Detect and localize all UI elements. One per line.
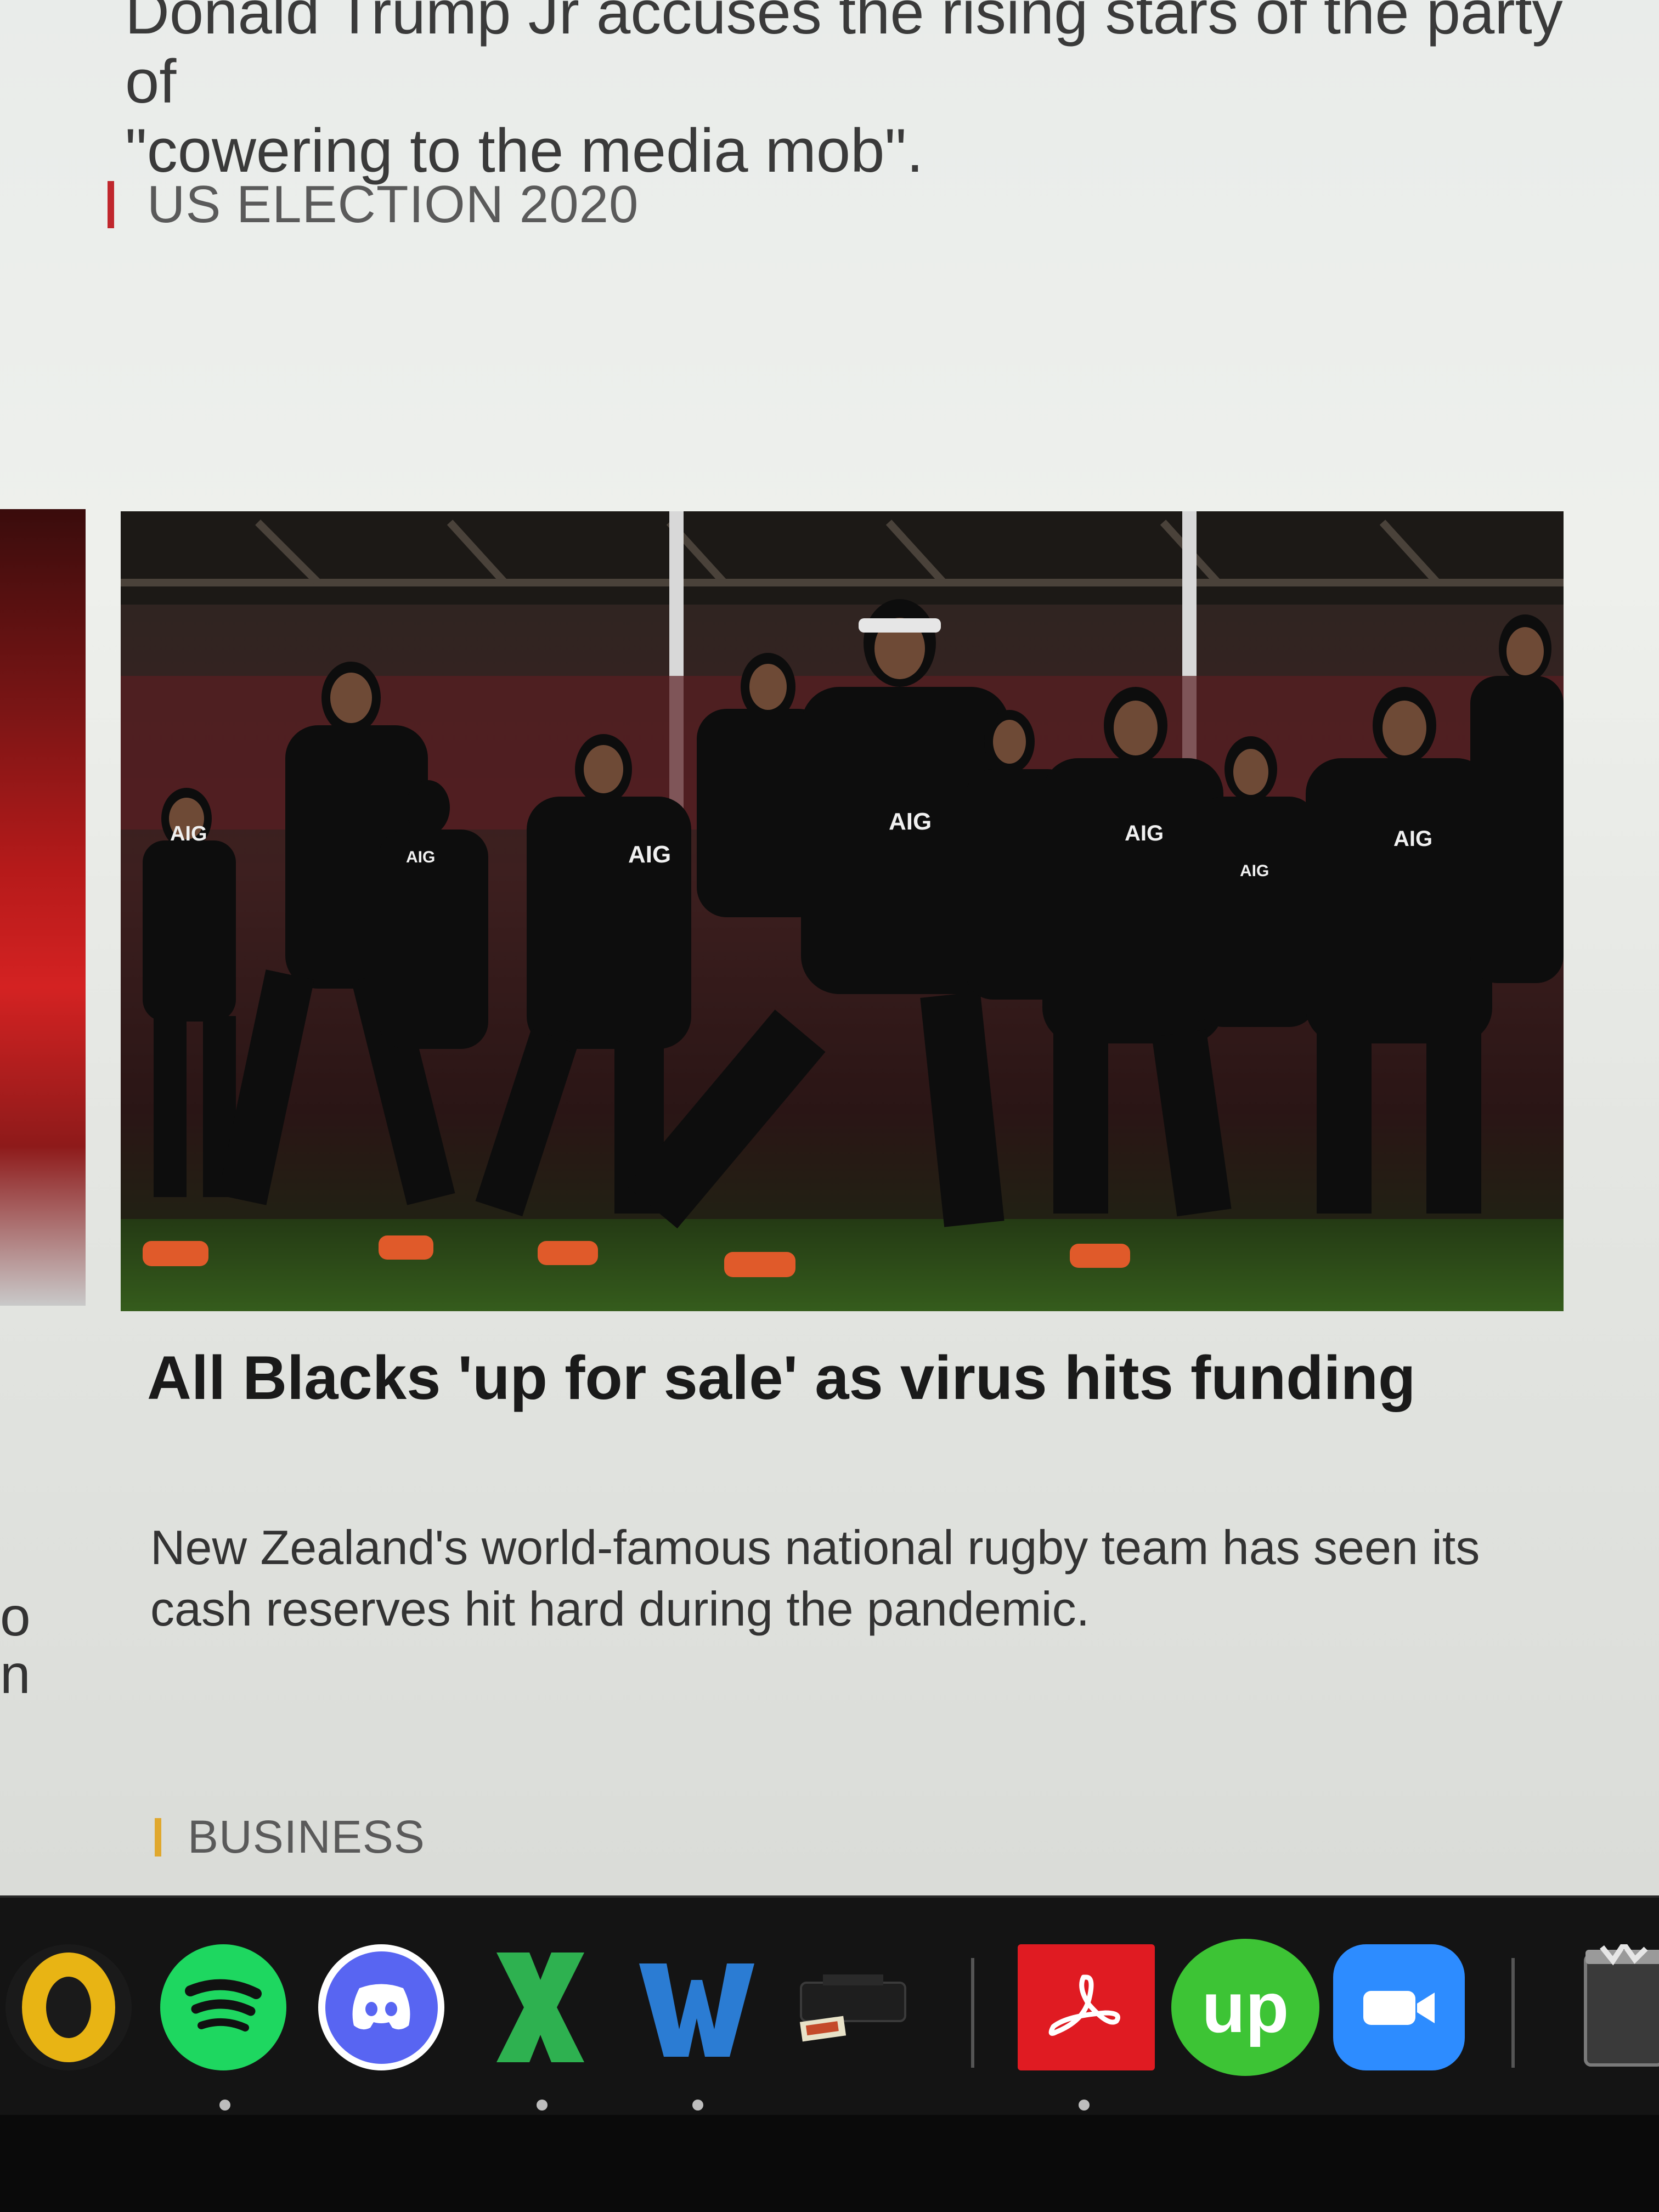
spotify-icon[interactable] [160,1944,286,2070]
section-tag-business[interactable]: BUSINESS [155,1810,425,1864]
rugby-haka-photo: AIG AIG AIG AIG AIG AIG AIG [121,511,1564,1311]
screen-bezel [0,2115,1659,2212]
dock: up [0,1895,1659,2117]
discord-icon[interactable] [318,1944,444,2070]
printer-icon[interactable] [790,1944,916,2070]
jersey-sponsor-text: AIG [1125,821,1164,845]
running-indicator [692,2100,703,2111]
running-indicator [537,2100,548,2111]
adjacent-article-text-fragment: o [0,1586,31,1647]
jersey-sponsor-text: AIG [406,848,435,866]
section-tag-us-election[interactable]: US ELECTION 2020 [108,174,639,235]
jersey-sponsor-text: AIG [628,841,671,868]
zoom-icon[interactable] [1333,1944,1465,2070]
previous-article-summary[interactable]: Donald Trump Jr accuses the rising stars… [125,0,1606,185]
excel-icon[interactable] [477,1944,603,2070]
adjacent-article-text-fragment: n [0,1644,31,1705]
dock-separator [1511,1958,1515,2068]
upwork-glyph: up [1201,1967,1289,2047]
trash-icon[interactable] [1580,1944,1659,2070]
upwork-icon[interactable]: up [1171,1939,1319,2076]
previous-summary-line-1: Donald Trump Jr accuses the rising stars… [125,0,1563,116]
dock-separator [971,1958,974,2068]
article-hero-image[interactable]: AIG AIG AIG AIG AIG AIG AIG [121,511,1564,1311]
jersey-sponsor-text: AIG [1393,827,1432,851]
section-tag-bar [108,181,114,228]
running-indicator [219,2100,230,2111]
section-tag-label: BUSINESS [188,1811,425,1863]
article-headline[interactable]: All Blacks 'up for sale' as virus hits f… [147,1339,1464,1418]
jersey-sponsor-text: AIG [170,822,207,845]
acrobat-icon[interactable] [1018,1944,1155,2070]
browser-viewport: Donald Trump Jr accuses the rising stars… [0,0,1659,1895]
running-indicator [1079,2100,1090,2111]
article-summary[interactable]: New Zealand's world-famous national rugb… [150,1517,1522,1640]
word-icon[interactable] [634,1944,760,2070]
section-tag-label: US ELECTION 2020 [147,175,639,234]
jersey-sponsor-text: AIG [1240,862,1269,880]
outlook-icon[interactable] [5,1944,132,2070]
adjacent-article-image[interactable] [0,509,86,1306]
section-tag-bar [155,1818,161,1857]
jersey-sponsor-text: AIG [889,808,932,835]
